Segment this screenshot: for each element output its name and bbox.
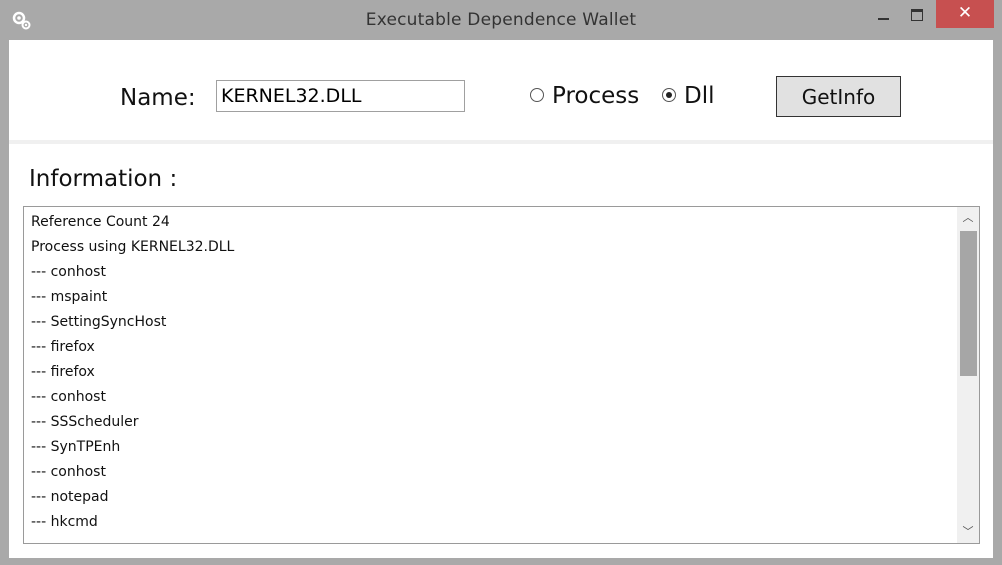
window-title: Executable Dependence Wallet <box>365 10 637 30</box>
scroll-down-icon[interactable]: ﹀ <box>957 521 979 543</box>
process-radio-label[interactable]: Process <box>552 83 639 109</box>
scroll-up-icon[interactable]: ︿ <box>957 207 979 229</box>
query-panel: Name: Process Dll GetInfo <box>9 40 993 140</box>
information-heading: Information : <box>29 166 178 192</box>
information-line: Process using KERNEL32.DLL <box>31 239 235 255</box>
app-window: Executable Dependence Wallet ✕ Name: Pro… <box>0 0 1002 565</box>
information-line: --- hkcmd <box>31 514 98 530</box>
information-lines: Reference Count 24 Process using KERNEL32… <box>31 210 951 535</box>
name-label: Name: <box>120 85 196 111</box>
vertical-scrollbar[interactable]: ︿ ﹀ <box>957 207 979 543</box>
information-line: --- SynTPEnh <box>31 439 121 455</box>
panel-divider <box>9 140 993 144</box>
title-bar[interactable]: Executable Dependence Wallet ✕ <box>0 0 1002 40</box>
information-line: Reference Count 24 <box>31 214 170 230</box>
maximize-button[interactable] <box>902 0 934 28</box>
information-textbox[interactable]: Reference Count 24 Process using KERNEL32… <box>23 206 980 544</box>
minimize-button[interactable] <box>866 0 902 28</box>
information-line: --- conhost <box>31 264 106 280</box>
information-line: --- SettingSyncHost <box>31 314 167 330</box>
information-line: --- firefox <box>31 364 95 380</box>
close-button[interactable]: ✕ <box>936 0 994 28</box>
information-line: --- mspaint <box>31 289 108 305</box>
information-line: --- SSScheduler <box>31 414 139 430</box>
dll-radio[interactable] <box>662 88 676 102</box>
information-line: --- conhost <box>31 464 106 480</box>
information-line: --- conhost <box>31 389 106 405</box>
scroll-thumb[interactable] <box>960 231 977 376</box>
close-icon: ✕ <box>957 3 973 23</box>
dll-radio-label[interactable]: Dll <box>684 83 715 109</box>
information-line: --- firefox <box>31 339 95 355</box>
client-area: Name: Process Dll GetInfo Information : … <box>9 40 993 558</box>
information-line: --- notepad <box>31 489 109 505</box>
process-radio[interactable] <box>530 88 544 102</box>
getinfo-button[interactable]: GetInfo <box>776 76 901 117</box>
name-input[interactable] <box>216 80 465 112</box>
